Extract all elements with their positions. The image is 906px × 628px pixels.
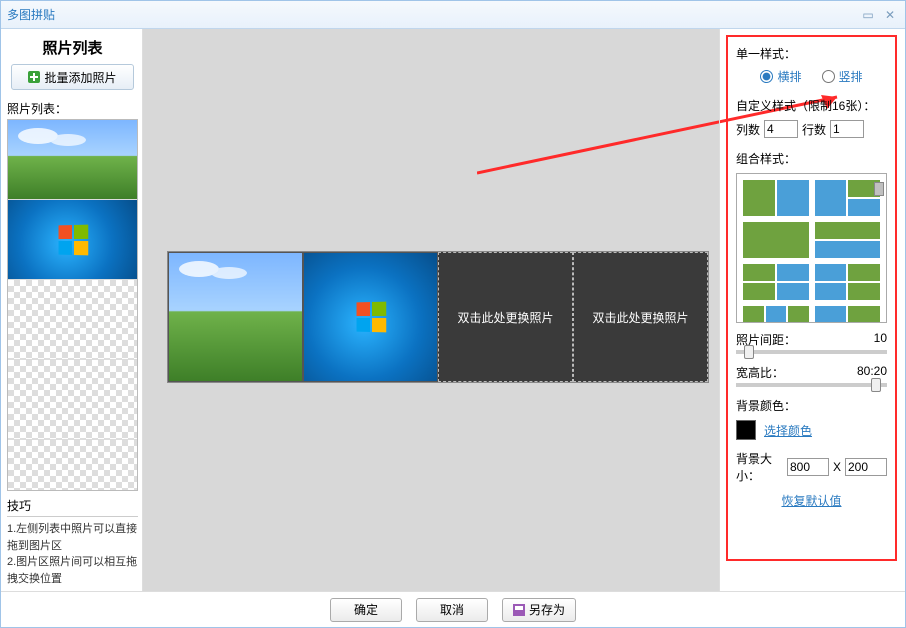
bg-size-row: 背景大小： X	[736, 450, 887, 484]
tips-label: 技巧	[7, 497, 138, 514]
ok-button[interactable]: 确定	[330, 598, 402, 622]
left-heading: 照片列表	[7, 33, 138, 64]
tips-box: 1.左侧列表中照片可以直接拖到图片区 2.图片区照片间可以相互拖拽交换位置	[7, 516, 138, 587]
save-icon	[513, 604, 525, 616]
thumb-empty-1[interactable]	[8, 280, 137, 360]
rows-label: 行数	[802, 121, 826, 138]
body: 照片列表 批量添加照片 照片列表： 技巧 1.左侧列表中照片可以直接拖到图片区 …	[1, 29, 905, 591]
bg-color-row: 选择颜色	[736, 420, 887, 440]
tip-2: 2.图片区照片间可以相互拖拽交换位置	[7, 554, 138, 587]
add-photos-button[interactable]: 批量添加照片	[11, 64, 134, 90]
ratio-knob[interactable]	[871, 378, 881, 392]
left-panel: 照片列表 批量添加照片 照片列表： 技巧 1.左侧列表中照片可以直接拖到图片区 …	[1, 29, 143, 591]
choose-color-link[interactable]: 选择颜色	[764, 422, 812, 439]
thumb-win7[interactable]	[8, 200, 137, 280]
bg-x-label: X	[833, 460, 841, 474]
radio-horizontal[interactable]: 横排	[760, 68, 801, 85]
radio-h-input[interactable]	[760, 70, 773, 83]
tpl-6[interactable]	[815, 264, 881, 300]
slot-3[interactable]: 双击此处更换照片	[438, 252, 573, 382]
thumb-empty-2[interactable]	[8, 360, 137, 440]
combo-style-label: 组合样式：	[736, 150, 887, 167]
restore-defaults-link[interactable]: 恢复默认值	[781, 494, 841, 508]
tpl-2[interactable]	[815, 180, 881, 216]
slot-1[interactable]	[168, 252, 303, 382]
close-icon[interactable]: ✕	[881, 7, 899, 23]
ratio-label: 宽高比：	[736, 364, 784, 381]
window-title: 多图拼贴	[7, 6, 855, 23]
thumb-bliss[interactable]	[8, 120, 137, 200]
slot-4[interactable]: 双击此处更换照片	[573, 252, 708, 382]
template-scrollbar[interactable]	[874, 182, 884, 196]
collage-strip: 双击此处更换照片 双击此处更换照片	[167, 251, 709, 383]
right-highlight-box: 单一样式： 横排 竖排 自定义样式（限制16张）： 列数 行数 组合样式：	[726, 35, 897, 561]
spacing-row: 照片间距： 10	[736, 331, 887, 348]
bg-height-input[interactable]	[845, 458, 887, 476]
template-grid[interactable]	[736, 173, 887, 323]
plus-icon	[28, 71, 40, 83]
cols-label: 列数	[736, 121, 760, 138]
cancel-button[interactable]: 取消	[416, 598, 488, 622]
saveas-button[interactable]: 另存为	[502, 598, 576, 622]
bg-size-label: 背景大小：	[736, 450, 783, 484]
tpl-4[interactable]	[815, 222, 881, 258]
canvas-area: 双击此处更换照片 双击此处更换照片	[143, 29, 719, 591]
tip-1: 1.左侧列表中照片可以直接拖到图片区	[7, 521, 138, 554]
right-panel: 单一样式： 横排 竖排 自定义样式（限制16张）： 列数 行数 组合样式：	[719, 29, 905, 591]
app-window: 多图拼贴 ▭ ✕ 照片列表 批量添加照片 照片列表： 技巧 1.左侧列表中照片可…	[0, 0, 906, 628]
single-style-label: 单一样式：	[736, 45, 887, 62]
tpl-3[interactable]	[743, 222, 809, 258]
bg-width-input[interactable]	[787, 458, 829, 476]
radio-v-input[interactable]	[822, 70, 835, 83]
tpl-7[interactable]	[743, 306, 809, 323]
custom-style-label: 自定义样式（限制16张）：	[736, 97, 887, 114]
cols-input[interactable]	[764, 120, 798, 138]
radio-vertical[interactable]: 竖排	[822, 68, 863, 85]
bg-color-swatch[interactable]	[736, 420, 756, 440]
spacing-value: 10	[874, 331, 887, 348]
tpl-1[interactable]	[743, 180, 809, 216]
bottom-bar: 确定 取消 另存为	[1, 591, 905, 627]
orientation-radios: 横排 竖排	[736, 68, 887, 85]
spacing-slider[interactable]	[736, 350, 887, 354]
tpl-8[interactable]	[815, 306, 881, 323]
bg-color-label: 背景颜色：	[736, 397, 887, 414]
ratio-row: 宽高比： 80:20	[736, 364, 887, 381]
thumb-empty-3[interactable]	[8, 440, 137, 491]
ratio-slider[interactable]	[736, 383, 887, 387]
rows-input[interactable]	[830, 120, 864, 138]
spacing-knob[interactable]	[744, 345, 754, 359]
add-photos-label: 批量添加照片	[44, 69, 116, 86]
titlebar: 多图拼贴 ▭ ✕	[1, 1, 905, 29]
minimize-icon[interactable]: ▭	[859, 7, 877, 23]
tpl-5[interactable]	[743, 264, 809, 300]
list-label: 照片列表：	[7, 100, 138, 117]
photo-list[interactable]	[7, 119, 138, 491]
restore-row: 恢复默认值	[736, 492, 887, 510]
slot-2[interactable]	[303, 252, 438, 382]
grid-size-row: 列数 行数	[736, 120, 887, 138]
